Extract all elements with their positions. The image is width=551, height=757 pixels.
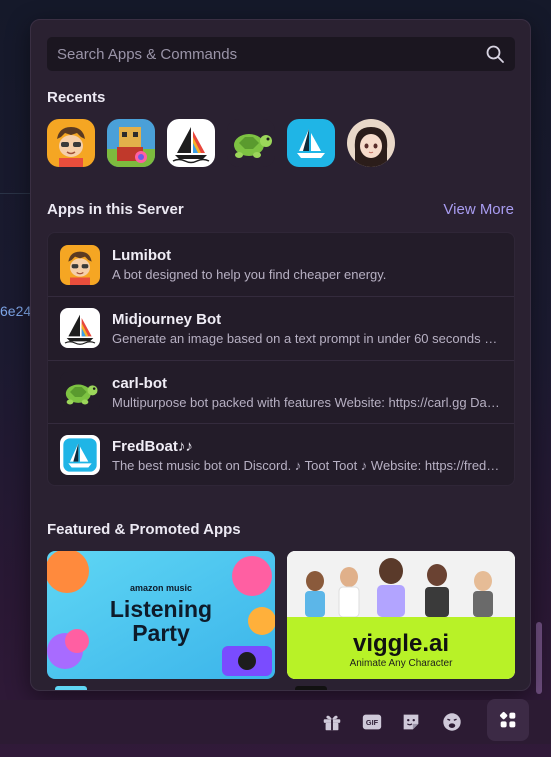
emoji-icon bbox=[443, 713, 461, 731]
gif-label: GIF bbox=[366, 718, 379, 727]
fredboat-icon bbox=[60, 435, 100, 475]
scrollbar-thumb[interactable] bbox=[536, 622, 542, 694]
card-headline-line1: Listening bbox=[110, 596, 212, 622]
background-link-text: 6e24 bbox=[0, 303, 32, 319]
fredboat-icon[interactable] bbox=[287, 119, 335, 167]
app-description: A bot designed to help you find cheaper … bbox=[112, 267, 387, 282]
app-name: carl-bot bbox=[112, 374, 168, 392]
search-input[interactable] bbox=[57, 45, 485, 63]
search-bar bbox=[47, 37, 515, 71]
view-more-link[interactable]: View More bbox=[443, 201, 514, 218]
apps-icon bbox=[500, 712, 516, 728]
carl-bot-turtle-icon[interactable] bbox=[227, 119, 275, 167]
amazon-music-listening-party-card[interactable]: amazon music Listening Party bbox=[47, 551, 275, 679]
featured-heading: Featured & Promoted Apps bbox=[47, 521, 241, 538]
card-brand-text: amazon music bbox=[130, 583, 192, 593]
apps-button[interactable] bbox=[487, 699, 529, 741]
search-icon[interactable] bbox=[485, 44, 505, 64]
app-row-lumibot[interactable]: Lumibot A bot designed to help you find … bbox=[48, 233, 514, 296]
card-peek bbox=[295, 686, 327, 690]
anime-girl-avatar-icon[interactable] bbox=[347, 119, 395, 167]
roblox-character-icon[interactable] bbox=[107, 119, 155, 167]
lumibot-avatar-icon bbox=[60, 244, 100, 285]
recents-heading: Recents bbox=[47, 89, 106, 106]
gift-icon bbox=[323, 715, 341, 731]
gift-button[interactable] bbox=[314, 700, 350, 744]
apps-in-server-heading: Apps in this Server bbox=[47, 201, 184, 218]
midjourney-sailboat-icon bbox=[60, 308, 100, 348]
sticker-button[interactable] bbox=[393, 700, 429, 744]
app-launcher-popup: Recents bbox=[30, 19, 531, 691]
background-divider bbox=[0, 193, 30, 194]
carl-bot-turtle-icon bbox=[60, 372, 100, 412]
app-description: Generate an image based on a text prompt… bbox=[112, 330, 502, 346]
midjourney-sailboat-icon[interactable] bbox=[167, 119, 215, 167]
card-peek bbox=[55, 686, 87, 690]
app-description: Multipurpose bot packed with features We… bbox=[112, 394, 502, 410]
gif-icon: GIF bbox=[362, 714, 382, 730]
lumibot-avatar-icon[interactable] bbox=[47, 119, 95, 167]
emoji-button[interactable] bbox=[434, 700, 470, 744]
gif-button[interactable]: GIF bbox=[354, 700, 390, 744]
app-list: Lumibot A bot designed to help you find … bbox=[47, 232, 515, 486]
app-name: FredBoat♪♪ bbox=[112, 437, 193, 455]
app-name: Midjourney Bot bbox=[112, 310, 222, 328]
card-headline-line2: Party bbox=[132, 620, 190, 646]
app-row-midjourney-bot[interactable]: Midjourney Bot Generate an image based o… bbox=[48, 296, 514, 359]
card-tagline-text: Animate Any Character bbox=[350, 658, 453, 669]
app-row-fredboat[interactable]: FredBoat♪♪ The best music bot on Discord… bbox=[48, 423, 514, 486]
sticker-icon bbox=[403, 714, 419, 730]
viggle-ai-card[interactable]: viggle.ai Animate Any Character bbox=[287, 551, 515, 679]
app-description: The best music bot on Discord. ♪ Toot To… bbox=[112, 457, 502, 473]
card-brand-text: viggle.ai bbox=[353, 630, 449, 657]
app-row-carl-bot[interactable]: carl-bot Multipurpose bot packed with fe… bbox=[48, 360, 514, 423]
app-name: Lumibot bbox=[112, 247, 172, 264]
recents-list bbox=[47, 119, 395, 167]
